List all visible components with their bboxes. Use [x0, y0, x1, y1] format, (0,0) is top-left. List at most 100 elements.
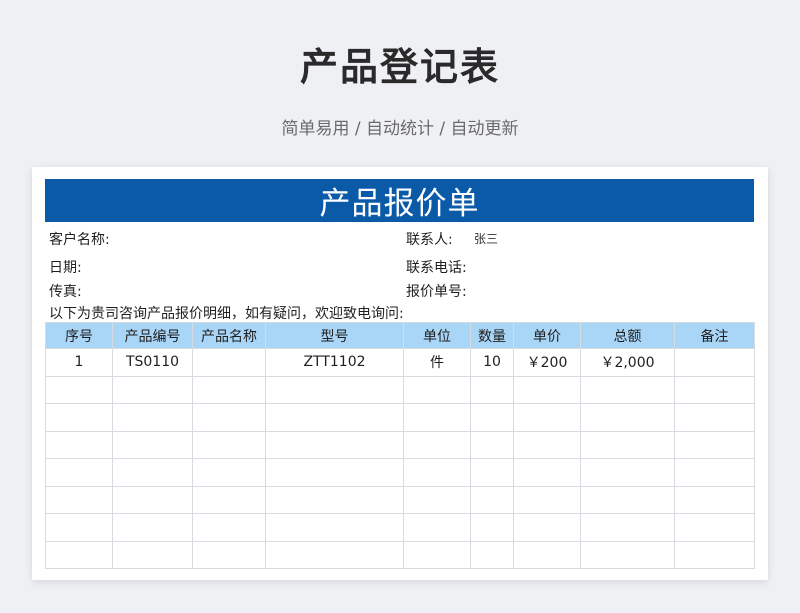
- table-cell[interactable]: [513, 485, 581, 514]
- table-row: [45, 513, 755, 542]
- table-cell[interactable]: [403, 540, 471, 569]
- table-cell[interactable]: [112, 430, 193, 459]
- page-title: 产品登记表: [299, 45, 500, 89]
- column-header: 备注: [674, 322, 755, 349]
- table-cell[interactable]: [45, 513, 113, 542]
- table-row: [45, 458, 755, 487]
- table-cell[interactable]: [265, 375, 404, 404]
- table-cell[interactable]: [112, 403, 193, 432]
- table-cell[interactable]: [112, 458, 193, 487]
- column-header: 产品编号: [112, 322, 193, 349]
- table-cell[interactable]: [674, 513, 755, 542]
- table-row: [45, 430, 755, 459]
- table-cell[interactable]: [403, 485, 471, 514]
- table-cell[interactable]: [45, 375, 113, 404]
- table-cell[interactable]: [513, 513, 581, 542]
- table-cell[interactable]: [674, 458, 755, 487]
- table-cell[interactable]: [403, 513, 471, 542]
- table-cell[interactable]: [403, 458, 471, 487]
- table-cell[interactable]: [192, 485, 266, 514]
- quote-sheet: 产品报价单 客户名称: 联系人: 张三 日期: 联系电话: 传真: 报价单号: …: [32, 167, 768, 580]
- table-cell[interactable]: [403, 403, 471, 432]
- table-cell[interactable]: [580, 403, 675, 432]
- table-cell[interactable]: 件: [403, 348, 471, 377]
- sheet-banner: 产品报价单: [45, 179, 754, 222]
- notice-text: 以下为贵司咨询产品报价明细，如有疑问，欢迎致电询问:: [49, 306, 404, 322]
- table-cell[interactable]: [45, 540, 113, 569]
- table-cell[interactable]: [513, 403, 581, 432]
- table-cell[interactable]: [470, 485, 514, 514]
- table-cell[interactable]: [513, 430, 581, 459]
- table-cell[interactable]: [265, 430, 404, 459]
- table-cell[interactable]: [403, 375, 471, 404]
- column-header: 产品名称: [192, 322, 266, 349]
- table-cell[interactable]: [45, 485, 113, 514]
- table-row: [45, 540, 755, 569]
- table-cell[interactable]: [674, 375, 755, 404]
- table-cell[interactable]: [674, 348, 755, 377]
- table-cell[interactable]: [45, 430, 113, 459]
- column-header: 单价: [513, 322, 581, 349]
- table-cell[interactable]: [580, 540, 675, 569]
- table-cell[interactable]: [470, 540, 514, 569]
- table-cell[interactable]: [265, 540, 404, 569]
- table-cell[interactable]: [265, 403, 404, 432]
- table-cell[interactable]: [470, 430, 514, 459]
- table-cell[interactable]: [192, 430, 266, 459]
- column-header: 数量: [470, 322, 514, 349]
- table-cell[interactable]: [265, 458, 404, 487]
- table-cell[interactable]: [403, 430, 471, 459]
- table-cell[interactable]: TS0110: [112, 348, 193, 377]
- table-cell[interactable]: [192, 513, 266, 542]
- table-cell[interactable]: [674, 403, 755, 432]
- table-cell[interactable]: [580, 485, 675, 514]
- page-subtitle: 简单易用 / 自动统计 / 自动更新: [281, 119, 519, 139]
- quote-table: 序号 产品编号 产品名称 型号 单位 数量 单价 总额 备注 1 TS0110 ZT…: [45, 322, 755, 569]
- table-cell[interactable]: [112, 375, 193, 404]
- table-cell[interactable]: [470, 403, 514, 432]
- column-header: 型号: [265, 322, 404, 349]
- table-cell[interactable]: [580, 375, 675, 404]
- table-cell[interactable]: 1: [45, 348, 113, 377]
- table-cell[interactable]: [192, 403, 266, 432]
- table-cell[interactable]: ￥200: [513, 348, 581, 377]
- table-cell[interactable]: [513, 375, 581, 404]
- table-header-row: 序号 产品编号 产品名称 型号 单位 数量 单价 总额 备注: [45, 322, 755, 349]
- table-cell[interactable]: [45, 403, 113, 432]
- table-row: [45, 485, 755, 514]
- customer-label: 客户名称:: [49, 232, 110, 248]
- column-header: 序号: [45, 322, 113, 349]
- column-header: 单位: [403, 322, 471, 349]
- table-cell[interactable]: [192, 540, 266, 569]
- table-cell[interactable]: [470, 513, 514, 542]
- table-cell[interactable]: [112, 485, 193, 514]
- table-cell[interactable]: [470, 458, 514, 487]
- table-cell[interactable]: ZTT1102: [265, 348, 404, 377]
- table-cell[interactable]: [470, 375, 514, 404]
- quote-no-label: 报价单号:: [406, 284, 467, 300]
- table-row: [45, 403, 755, 432]
- fax-label: 传真:: [49, 284, 82, 300]
- date-label: 日期:: [49, 260, 82, 276]
- table-cell[interactable]: [45, 458, 113, 487]
- table-cell[interactable]: [192, 375, 266, 404]
- table-cell[interactable]: [265, 513, 404, 542]
- table-cell[interactable]: [112, 513, 193, 542]
- table-cell[interactable]: [192, 458, 266, 487]
- table-row: 1 TS0110 ZTT1102 件 10 ￥200 ￥2,000: [45, 348, 755, 377]
- table-cell[interactable]: 10: [470, 348, 514, 377]
- table-cell[interactable]: [674, 485, 755, 514]
- table-cell[interactable]: [192, 348, 266, 377]
- table-cell[interactable]: [674, 430, 755, 459]
- contact-value: 张三: [474, 232, 499, 246]
- table-cell[interactable]: [674, 540, 755, 569]
- table-cell[interactable]: [580, 458, 675, 487]
- table-cell[interactable]: [580, 513, 675, 542]
- table-cell[interactable]: [112, 540, 193, 569]
- table-cell[interactable]: [513, 540, 581, 569]
- table-cell[interactable]: [265, 485, 404, 514]
- table-cell[interactable]: [580, 430, 675, 459]
- table-cell[interactable]: ￥2,000: [580, 348, 675, 377]
- table-cell[interactable]: [513, 458, 581, 487]
- contact-label: 联系人:: [406, 232, 453, 248]
